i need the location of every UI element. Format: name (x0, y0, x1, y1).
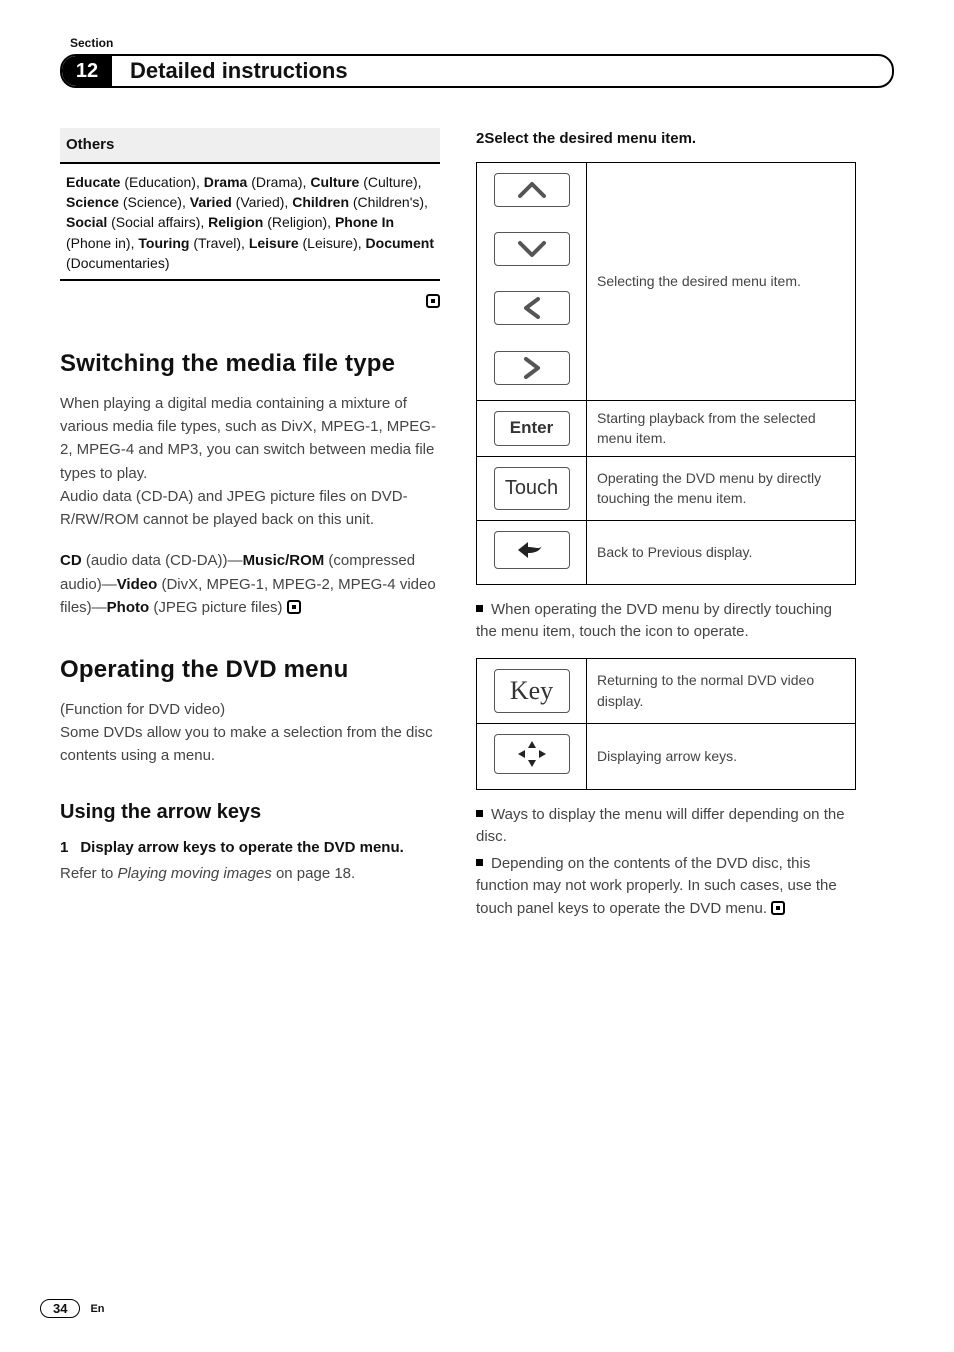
others-heading: Others (60, 128, 440, 162)
section-label: Section (70, 36, 894, 50)
diamond-arrows-icon[interactable] (494, 734, 570, 774)
step-1: 1Display arrow keys to operate the DVD m… (60, 837, 440, 859)
dvdmenu-sub: (Function for DVD video) (60, 698, 440, 721)
dvdmenu-p1: Some DVDs allow you to make a selection … (60, 721, 440, 768)
page-footer: 34 En (40, 1299, 105, 1318)
switching-p1: When playing a digital media containing … (60, 392, 440, 485)
section-title: Detailed instructions (130, 58, 348, 84)
enter-desc: Starting playback from the selected menu… (587, 400, 856, 456)
arrowkeys-heading: Using the arrow keys (60, 798, 440, 827)
dvdmenu-title: Operating the DVD menu (60, 653, 440, 688)
end-mark-icon (771, 901, 785, 915)
note-2: Ways to display the menu will differ dep… (476, 804, 856, 849)
arrow-up-icon[interactable] (494, 173, 570, 207)
arrow-left-icon[interactable] (494, 291, 570, 325)
arrows-desc: Selecting the desired menu item. (587, 162, 856, 400)
right-column: 2Select the desired menu item. Selecting… (476, 128, 856, 920)
page-number: 34 (40, 1299, 80, 1318)
back-desc: Back to Previous display. (587, 520, 856, 584)
step-1-ref: Refer to Playing moving images on page 1… (60, 862, 440, 885)
page-lang: En (90, 1303, 104, 1315)
back-icon[interactable] (494, 531, 570, 569)
key-desc: Returning to the normal DVD video displa… (587, 658, 856, 723)
section-number: 12 (62, 56, 112, 86)
note-3: Depending on the contents of the DVD dis… (476, 853, 856, 921)
touch-button[interactable]: Touch (494, 467, 570, 510)
note-1: When operating the DVD menu by directly … (476, 599, 856, 644)
switching-p2: Audio data (CD-DA) and JPEG picture file… (60, 485, 440, 532)
left-column: Others Educate (Education), Drama (Drama… (60, 128, 440, 920)
icon-table-1: Selecting the desired menu item. Enter S… (476, 162, 856, 585)
switching-title: Switching the media file type (60, 347, 440, 382)
key-button[interactable]: Key (494, 669, 570, 713)
diamond-desc: Displaying arrow keys. (587, 723, 856, 789)
arrow-right-icon[interactable] (494, 351, 570, 385)
step-2: 2Select the desired menu item. (476, 128, 856, 150)
switching-p3: CD (audio data (CD-DA))—Music/ROM (compr… (60, 549, 440, 619)
enter-button[interactable]: Enter (494, 411, 570, 446)
section-header: 12 Detailed instructions (60, 54, 894, 88)
others-body: Educate (Education), Drama (Drama), Cult… (60, 162, 440, 281)
end-mark-icon (426, 294, 440, 308)
end-mark-icon (287, 600, 301, 614)
icon-table-2: Key Returning to the normal DVD video di… (476, 658, 856, 790)
arrow-down-icon[interactable] (494, 232, 570, 266)
touch-desc: Operating the DVD menu by directly touch… (587, 456, 856, 520)
